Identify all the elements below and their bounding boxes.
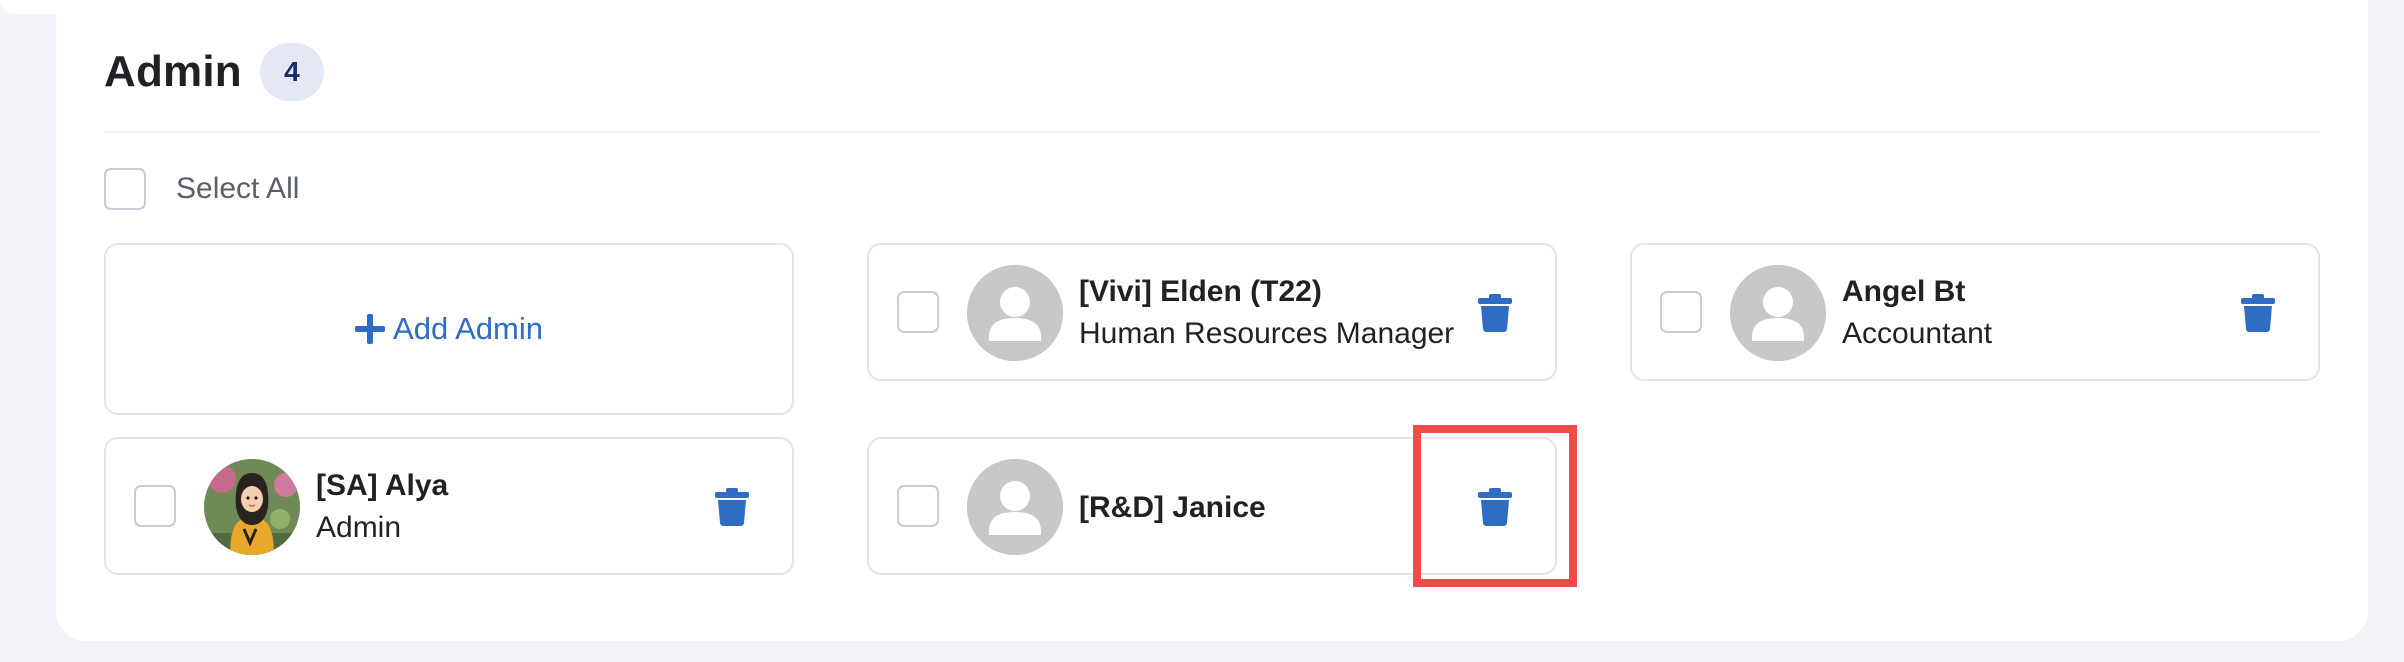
admin-name: [R&D] Janice [1079,491,1266,524]
admin-select-checkbox[interactable] [897,291,939,333]
trash-icon [715,488,749,526]
admin-card-rnd-janice: [R&D] Janice [867,437,1557,575]
user-photo [204,459,300,555]
admin-name: Angel Bt [1842,275,1966,308]
admin-card-sa-alya: [SA] Alya Admin [104,437,794,575]
avatar-photo [204,459,300,555]
select-all-checkbox[interactable] [104,168,146,210]
person-icon [1730,265,1826,361]
trash-icon [1478,294,1512,332]
avatar [967,265,1063,361]
trash-icon [2241,294,2275,332]
avatar [967,459,1063,555]
admin-role: Admin [316,511,402,544]
section-title: Admin [104,47,242,96]
admin-select-checkbox[interactable] [1660,291,1702,333]
admin-count-badge: 4 [259,43,324,101]
admin-role: Accountant [1842,317,1993,350]
select-all-label: Select All [176,172,300,205]
admin-name: [SA] Alya [316,469,449,502]
avatar [1730,265,1826,361]
admin-select-checkbox[interactable] [134,485,176,527]
person-icon [967,459,1063,555]
admin-role: Human Resources Manager [1079,317,1455,350]
section-header: Admin 4 [104,38,324,106]
delete-admin-button[interactable] [1473,485,1517,529]
delete-admin-button[interactable] [1473,291,1517,335]
add-admin-button[interactable]: Add Admin [104,243,794,415]
add-admin-label: Add Admin [393,311,543,346]
admin-card-vivi-elden: [Vivi] Elden (T22) Human Resources Manag… [867,243,1557,381]
admin-name: [Vivi] Elden (T22) [1079,275,1322,308]
select-all-control[interactable]: Select All [104,167,299,211]
person-icon [967,265,1063,361]
delete-admin-button[interactable] [710,485,754,529]
plus-icon [355,314,386,344]
admin-card-angel-bt: Angel Bt Accountant [1630,243,2320,381]
delete-admin-button[interactable] [2236,291,2280,335]
header-divider [104,131,2320,133]
admin-select-checkbox[interactable] [897,485,939,527]
trash-icon [1478,488,1512,526]
